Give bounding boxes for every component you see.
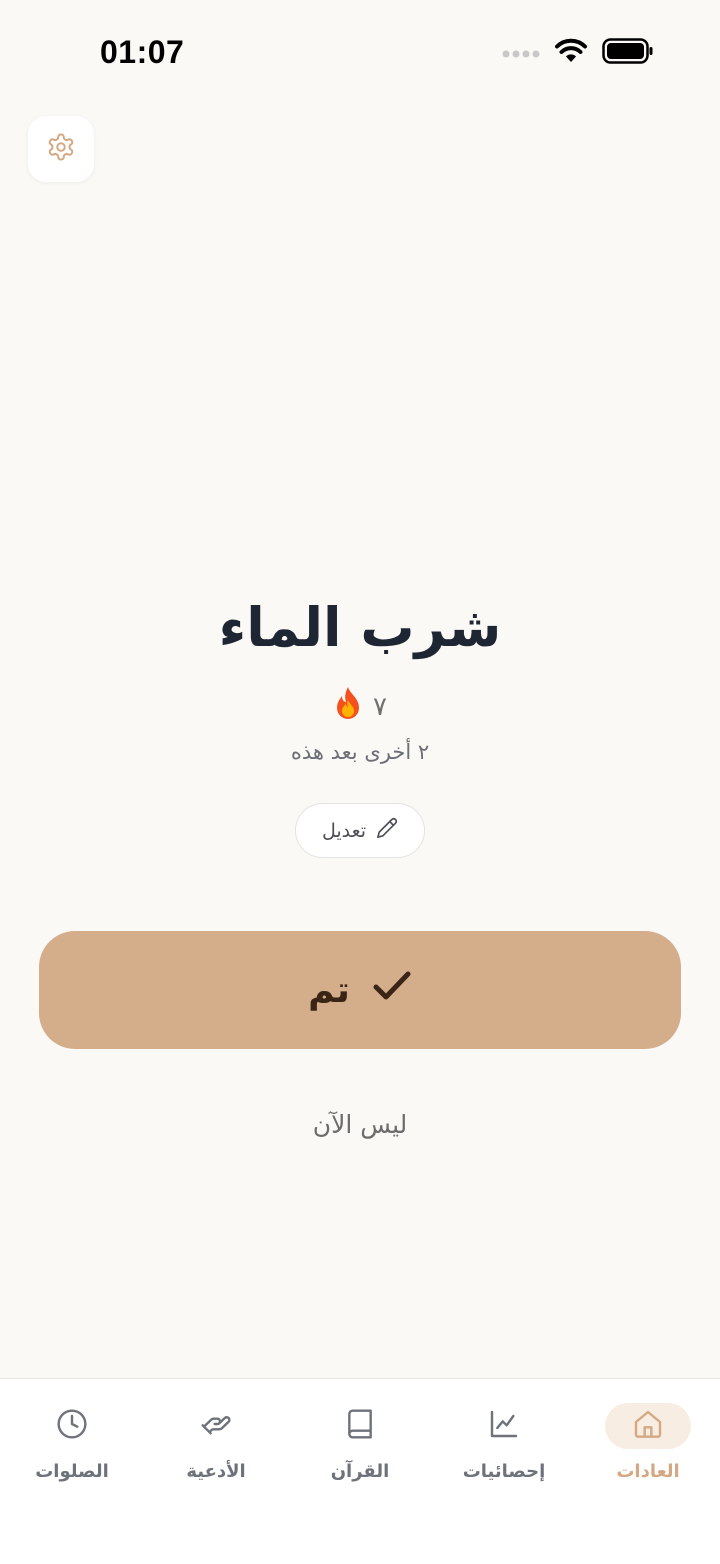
- tab-bar: العادات إحصائيات القرآن الأدعية الصلوات: [0, 1378, 720, 1564]
- habit-title: شرب الماء: [218, 596, 502, 659]
- not-now-button[interactable]: ليس الآن: [0, 1110, 720, 1139]
- battery-icon: [602, 38, 654, 68]
- tab-prayers[interactable]: الصلوات: [7, 1403, 137, 1503]
- status-time: 01:07: [100, 34, 185, 70]
- tab-supplications[interactable]: الأدعية: [151, 1403, 281, 1503]
- signal-icon: [502, 44, 540, 63]
- settings-button[interactable]: [28, 116, 94, 182]
- wifi-icon: [554, 38, 588, 68]
- gear-icon: [46, 132, 76, 166]
- chart-icon: [488, 1408, 520, 1444]
- tab-label: إحصائيات: [462, 1461, 546, 1482]
- tab-habits[interactable]: العادات: [583, 1403, 713, 1503]
- check-icon: [372, 970, 412, 1011]
- tab-quran[interactable]: القرآن: [295, 1403, 425, 1503]
- fire-icon: [333, 686, 363, 727]
- pencil-icon: [376, 817, 398, 844]
- tab-label: العادات: [616, 1461, 680, 1482]
- edit-label: تعديل: [321, 819, 367, 842]
- status-bar: 01:07: [0, 0, 720, 104]
- book-icon: [344, 1408, 376, 1444]
- streak-counter: ٧: [0, 686, 720, 727]
- done-label: تم: [308, 969, 350, 1011]
- edit-button[interactable]: تعديل: [295, 803, 425, 858]
- tab-label: الأدعية: [186, 1461, 246, 1482]
- clock-icon: [56, 1408, 88, 1444]
- done-button[interactable]: تم: [39, 931, 681, 1049]
- tab-statistics[interactable]: إحصائيات: [439, 1403, 569, 1503]
- streak-count: ٧: [373, 691, 387, 722]
- remaining-habits-text: ٢ أخرى بعد هذه: [290, 740, 430, 764]
- hands-icon: [199, 1408, 233, 1444]
- status-icons: [502, 38, 654, 68]
- home-icon: [632, 1408, 664, 1444]
- tab-label: القرآن: [330, 1461, 390, 1482]
- tab-label: الصلوات: [35, 1461, 109, 1482]
